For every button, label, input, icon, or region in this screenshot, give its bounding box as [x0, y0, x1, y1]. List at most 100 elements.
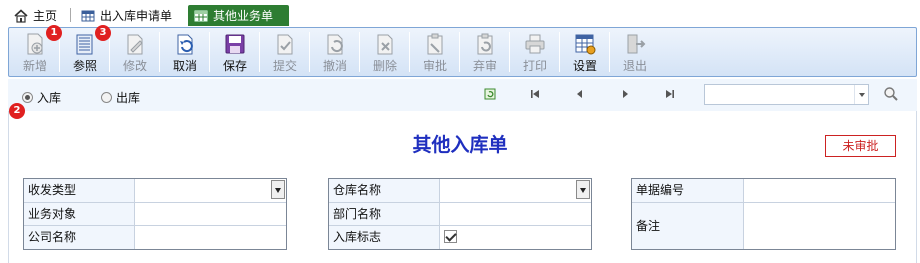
tab-separator — [70, 8, 71, 22]
form-row: 公司名称 — [24, 226, 286, 249]
edit-button[interactable]: 修改 — [113, 32, 157, 76]
toolbar-label: 设置 — [572, 59, 597, 73]
submit-button[interactable]: 提交 — [263, 32, 307, 76]
field-label: 部门名称 — [329, 203, 440, 225]
toolbar-separator — [359, 32, 360, 72]
toolbar-label: 新增 — [22, 59, 47, 73]
radio-button[interactable] — [22, 92, 33, 103]
receipt-type-select[interactable] — [135, 179, 286, 202]
form-row: 入库标志 — [329, 226, 591, 249]
revoke-button[interactable]: 撤消 — [313, 32, 357, 76]
filter-bar: 入库 出库 — [8, 79, 917, 111]
tab-label: 其他业务单 — [213, 9, 274, 23]
toolbar-separator — [159, 32, 160, 72]
cancel-button[interactable]: 取消 — [163, 32, 207, 76]
radio-button[interactable] — [101, 92, 112, 103]
form-row: 单据编号 — [632, 179, 895, 203]
document-number-field[interactable] — [744, 179, 895, 202]
toolbar-label: 退出 — [622, 59, 647, 73]
revoke-icon — [323, 32, 347, 56]
toolbar-separator — [509, 32, 510, 72]
form-grid-middle: 仓库名称 部门名称 入库标志 — [328, 178, 592, 250]
next-record-icon[interactable] — [619, 88, 631, 100]
home-icon — [14, 8, 28, 23]
remarks-field[interactable] — [744, 203, 895, 249]
form-row: 收发类型 — [24, 179, 286, 203]
settings-icon — [573, 32, 597, 56]
toolbar-separator — [309, 32, 310, 72]
toolbar-separator — [609, 32, 610, 72]
form-row: 部门名称 — [329, 203, 591, 226]
tab-other-business[interactable]: 其他业务单 — [188, 5, 289, 26]
company-name-field[interactable] — [135, 226, 286, 249]
form-row: 备注 — [632, 203, 895, 249]
chevron-down-icon[interactable] — [576, 180, 590, 199]
approve-button[interactable]: 审批 — [413, 32, 457, 76]
form-row: 仓库名称 — [329, 179, 591, 203]
settings-button[interactable]: 设置 — [563, 32, 607, 76]
field-label: 公司名称 — [24, 226, 135, 249]
toolbar-label: 提交 — [272, 59, 297, 73]
department-field[interactable] — [440, 203, 591, 225]
tab-home[interactable]: 主页 — [8, 5, 63, 26]
toolbar-separator — [209, 32, 210, 72]
tab-inout-request[interactable]: 出入库申请单 — [75, 5, 178, 26]
table-icon — [81, 9, 95, 23]
exit-icon — [623, 32, 647, 56]
table-icon — [194, 9, 208, 23]
chevron-down-icon[interactable] — [854, 85, 868, 104]
print-button[interactable]: 打印 — [513, 32, 557, 76]
undo-icon — [173, 32, 197, 56]
edit-icon — [123, 32, 147, 56]
status-badge: 未审批 — [825, 135, 896, 157]
save-icon — [223, 32, 247, 56]
toolbar: 新增 参照 修改 取消 保存 提交 撤消 删除 审批 弃审 打印 设置 退出 — [8, 27, 917, 77]
refresh-icon[interactable] — [484, 88, 496, 100]
toolbar-label: 取消 — [172, 59, 197, 73]
radio-inbound[interactable]: 入库 — [22, 89, 61, 106]
save-button[interactable]: 保存 — [213, 32, 257, 76]
toolbar-label: 删除 — [372, 59, 397, 73]
field-label: 入库标志 — [329, 226, 440, 249]
toolbar-separator — [559, 32, 560, 72]
search-icon[interactable] — [883, 86, 899, 102]
inbound-flag-checkbox[interactable] — [444, 230, 457, 243]
first-record-icon[interactable] — [529, 88, 541, 100]
toolbar-label: 参照 — [72, 59, 97, 73]
radio-label: 入库 — [37, 91, 62, 105]
toolbar-separator — [259, 32, 260, 72]
business-object-field[interactable] — [135, 203, 286, 225]
exit-button[interactable]: 退出 — [613, 32, 657, 76]
toolbar-label: 修改 — [122, 59, 147, 73]
delete-icon — [373, 32, 397, 56]
unapprove-button[interactable]: 弃审 — [463, 32, 507, 76]
annotation-badge: 2 — [9, 103, 25, 119]
form-row: 业务对象 — [24, 203, 286, 226]
unapprove-icon — [473, 32, 497, 56]
field-label: 备注 — [632, 203, 744, 249]
warehouse-select[interactable] — [440, 179, 591, 202]
previous-record-icon[interactable] — [574, 88, 586, 100]
chevron-down-icon[interactable] — [271, 180, 285, 199]
search-combo[interactable] — [704, 84, 869, 105]
tab-label: 主页 — [33, 9, 58, 23]
delete-button[interactable]: 删除 — [363, 32, 407, 76]
toolbar-separator — [409, 32, 410, 72]
submit-icon — [273, 32, 297, 56]
form-title: 其他入库单 — [412, 134, 508, 156]
toolbar-label: 弃审 — [472, 59, 497, 73]
field-label: 单据编号 — [632, 179, 744, 202]
approve-icon — [423, 32, 447, 56]
toolbar-label: 保存 — [222, 59, 247, 73]
tab-label: 出入库申请单 — [100, 9, 173, 23]
toolbar-label: 打印 — [522, 59, 547, 73]
annotation-badge: 1 — [46, 25, 62, 41]
reference-icon — [73, 32, 97, 56]
radio-label: 出库 — [116, 91, 141, 105]
field-label: 收发类型 — [24, 179, 135, 202]
field-label: 仓库名称 — [329, 179, 440, 202]
radio-outbound[interactable]: 出库 — [101, 89, 140, 106]
inbound-flag-cell — [440, 226, 591, 249]
last-record-icon[interactable] — [664, 88, 676, 100]
field-label: 业务对象 — [24, 203, 135, 225]
